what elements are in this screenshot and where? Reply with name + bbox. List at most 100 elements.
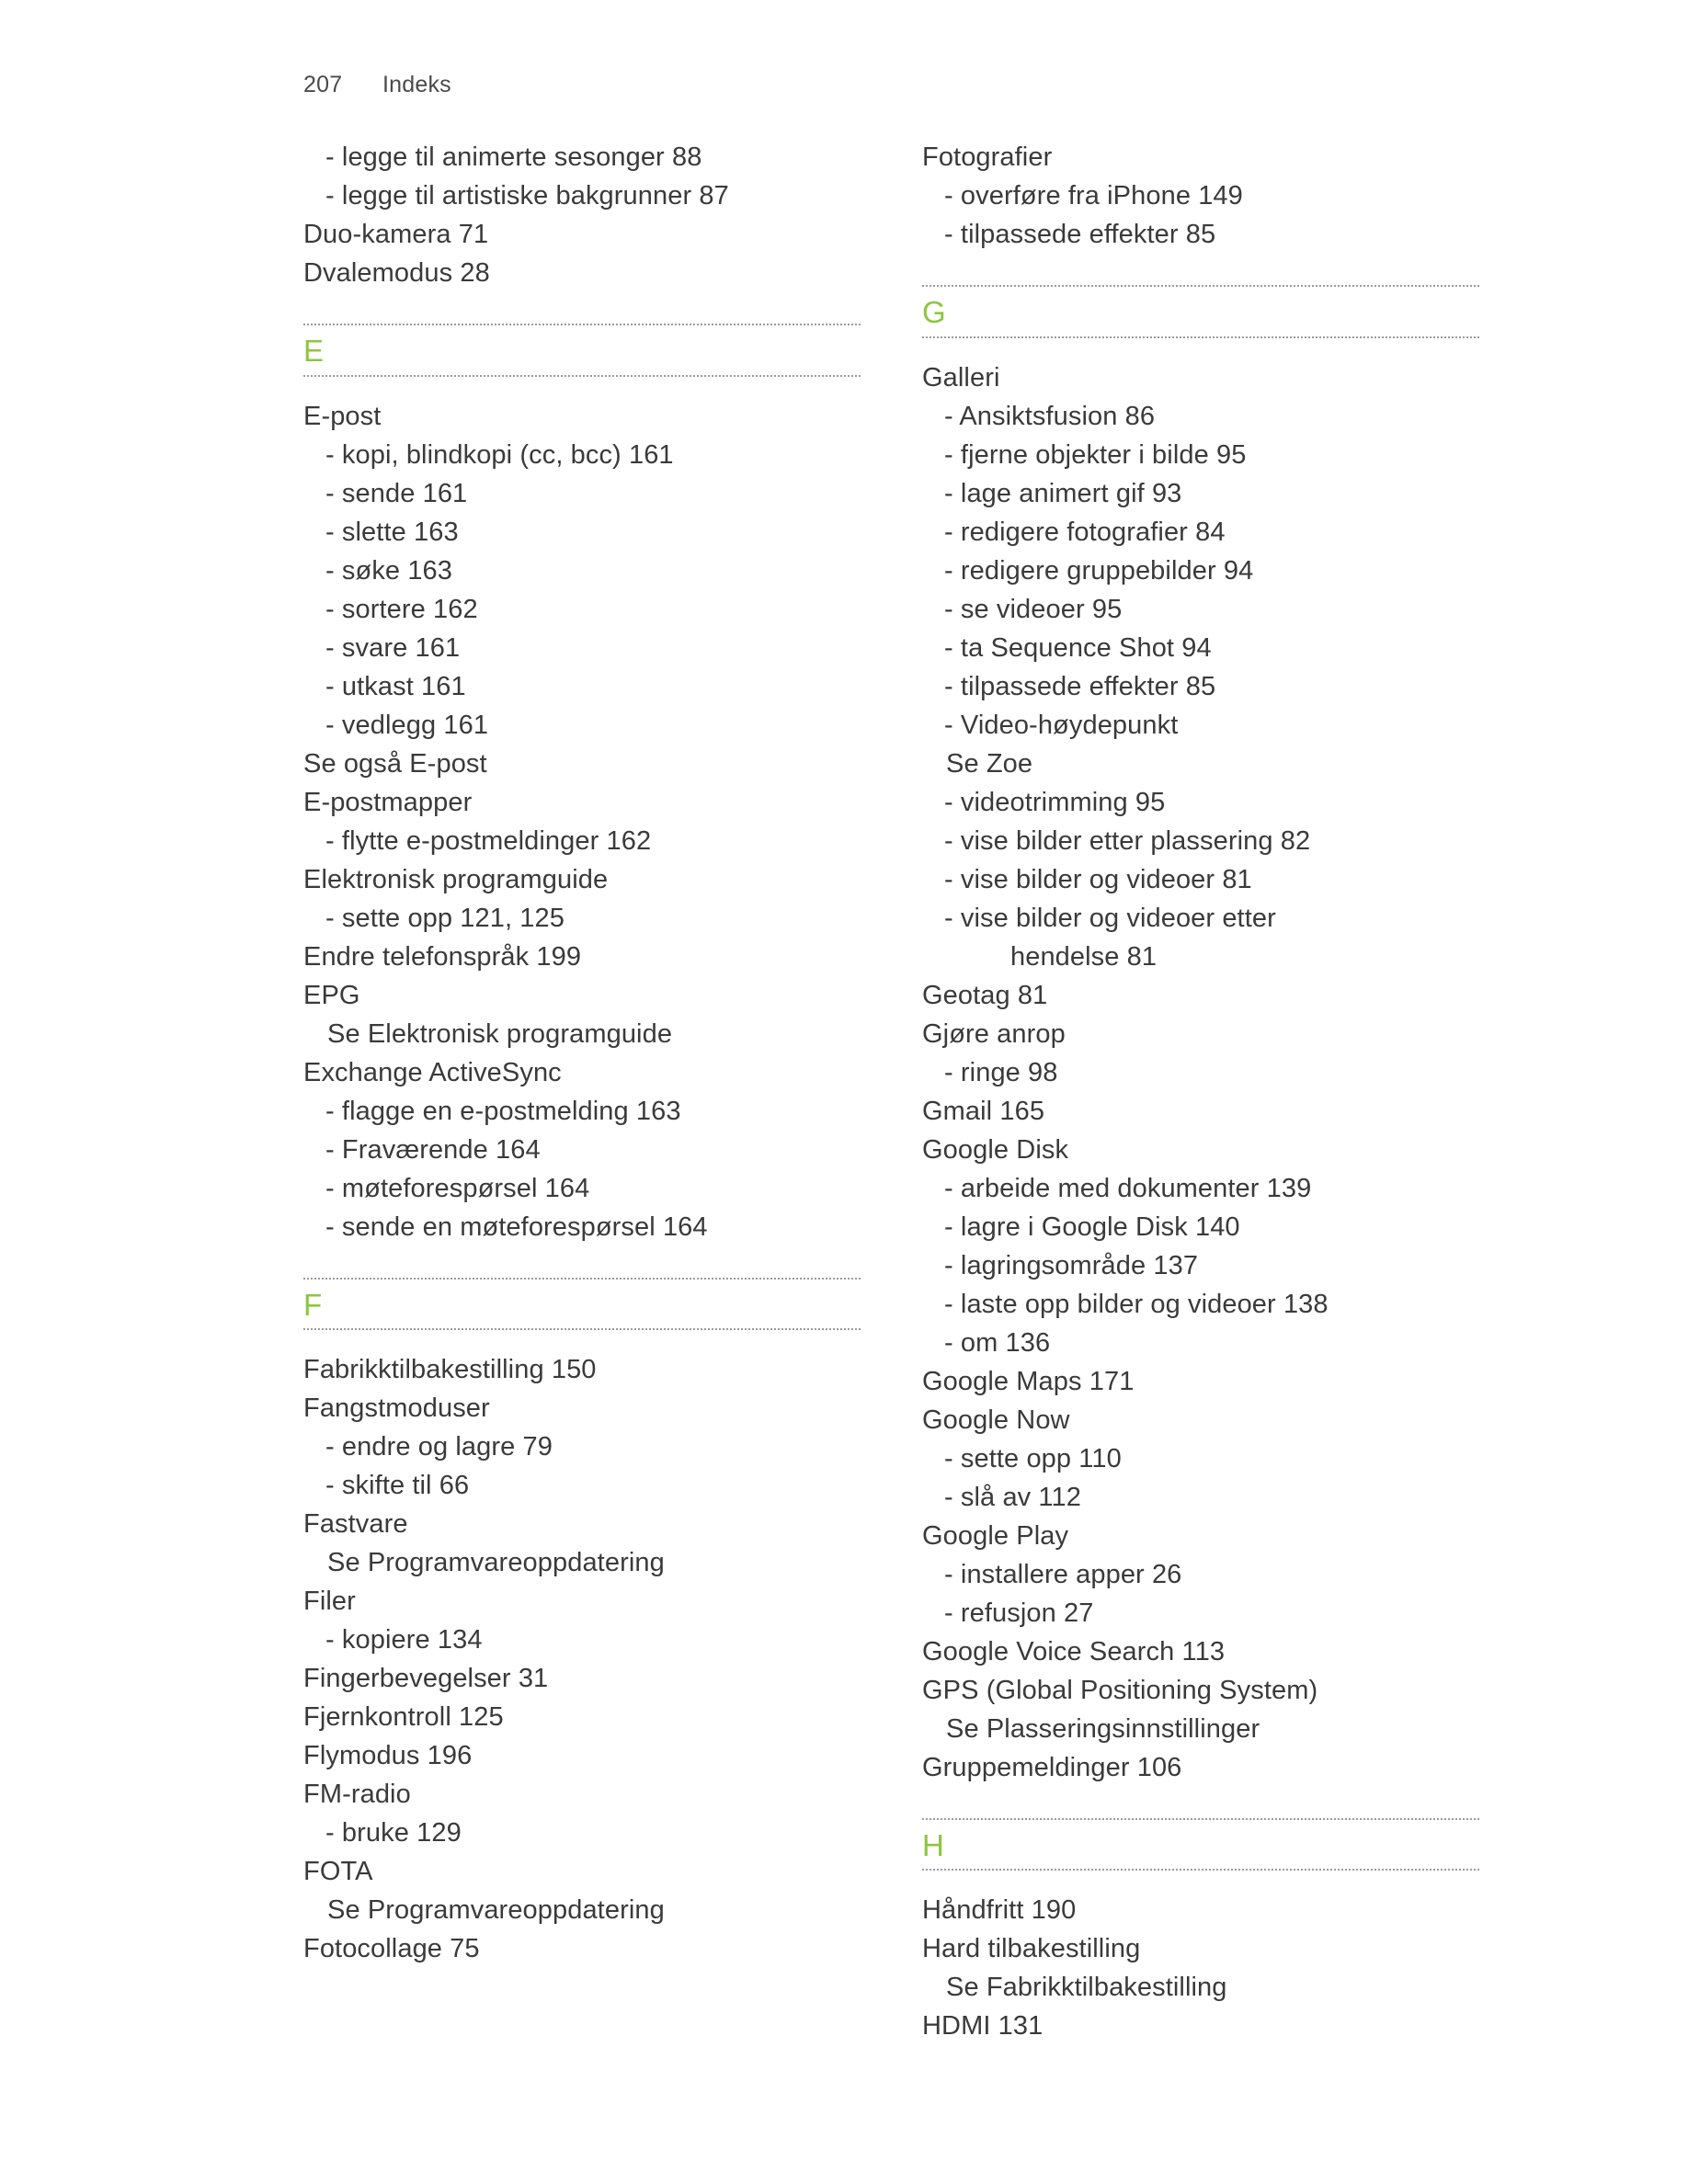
index-subentry: - lage animert gif 93 [944,478,1182,508]
index-subentry: - Fraværende 164 [325,1134,541,1165]
index-subentry: - refusjon 27 [944,1598,1094,1628]
index-entry-group: Håndfritt 190 Hard tilbakestilling Se Fabr… [922,1891,1479,2045]
index-subentry: - laste opp bilder og videoer 138 [944,1289,1329,1319]
letter-divider-g: G [922,285,1479,338]
index-subentry: - sende en møteforespørsel 164 [325,1211,708,1242]
index-entry: Dvalemodus 28 [303,258,490,288]
index-subentry: - vise bilder og videoer etter [944,903,1276,933]
dotted-rule-bottom [922,336,1479,338]
index-entry: HDMI 131 [922,2011,1044,2042]
index-entry: Duo-kamera 71 [303,220,489,249]
index-subentry: - arbeide med dokumenter 139 [944,1173,1312,1203]
index-subentry: - vedlegg 161 [325,710,489,740]
index-entry: Google Voice Search 113 [922,1636,1226,1666]
letter-heading: G [922,295,947,329]
index-entry-group: Galleri - Ansiktsfusion 86 - fjerne objekt… [922,358,1479,1787]
index-subentry: - Video-høydepunkt [944,710,1179,740]
letter-divider-h: H [922,1817,1479,1871]
dotted-rule-bottom [303,1328,861,1331]
index-entry: Fingerbevegelser 31 [303,1664,549,1694]
index-subentry: - tilpassede effekter 85 [944,220,1216,249]
index-entry: Endre telefonspråk 199 [303,941,582,972]
index-subentry: - endre og lagre 79 [325,1432,553,1462]
index-entry: Hard tilbakestilling [922,1934,1141,1964]
index-entry: FOTA [303,1857,373,1887]
index-cross-reference: Se Programvareoppdatering [327,1895,665,1926]
index-entry: E-post [303,401,382,431]
index-subentry: - legge til animerte sesonger 88 [325,142,702,172]
index-entry: Exchange ActiveSync [303,1057,562,1087]
index-entry-group: E-post - kopi, blindkopi (cc, bcc) 161 - s… [303,397,861,1246]
letter-heading: H [922,1827,945,1862]
index-entry: Fotografier [922,142,1053,172]
index-subentry: - ta Sequence Shot 94 [944,632,1212,663]
index-subentry: - videotrimming 95 [944,787,1166,817]
index-entry: Filer [303,1587,356,1617]
index-cross-reference: Se Fabrikktilbakestilling [946,1973,1227,2003]
index-subentry: - søke 163 [325,555,452,586]
dotted-rule-bottom [922,1869,1479,1871]
index-entry: GPS (Global Positioning System) [922,1675,1318,1705]
index-subentry: - legge til artistiske bakgrunner 87 [325,181,729,210]
index-entry-group: Fabrikktilbakestilling 150 Fangstmoduser -… [303,1350,861,1968]
letter-divider-e: E [303,324,861,377]
index-entry-group: - legge til animerte sesonger 88 - legge … [303,138,861,292]
index-entry-group: Fotografier - overføre fra iPhone 149 - ti… [922,138,1479,254]
index-subentry: - utkast 161 [325,671,466,701]
index-subentry: - redigere fotografier 84 [944,517,1226,547]
index-entry: Gruppemeldinger 106 [922,1752,1182,1782]
index-entry: Google Now [922,1405,1070,1435]
index-subentry: - flytte e-postmeldinger 162 [325,825,652,856]
index-subentry: - redigere gruppebilder 94 [944,555,1254,586]
letter-divider-f: F [303,1277,861,1331]
right-column: Fotografier - overføre fra iPhone 149 - ti… [922,138,1479,2045]
section-title: Indeks [382,72,451,97]
index-subentry: - se videoer 95 [944,594,1123,624]
index-subentry: - skifte til 66 [325,1471,470,1501]
index-cross-reference: Se Plasseringsinnstillinger [946,1713,1260,1744]
index-subentry: - slette 163 [325,517,459,547]
index-subentry: - installere apper 26 [944,1559,1182,1589]
index-subentry: - Ansiktsfusion 86 [944,401,1156,431]
letter-heading: E [303,334,325,368]
index-entry: FM-radio [303,1780,411,1810]
page-number: 207 [303,72,343,97]
index-subentry: - lagre i Google Disk 140 [944,1211,1240,1242]
index-cross-reference: Se også E-post [303,748,487,779]
index-subentry: - overføre fra iPhone 149 [944,181,1243,210]
index-subentry: - sende 161 [325,478,468,508]
index-page: 207 Indeks - legge til animerte sesonger… [0,0,1688,2184]
index-entry: Google Play [922,1520,1069,1551]
index-subentry: - tilpassede effekter 85 [944,671,1216,701]
index-columns: - legge til animerte sesonger 88 - legge … [303,138,1480,2045]
index-entry: Geotag 81 [922,980,1048,1010]
index-subentry: - sortere 162 [325,594,478,624]
index-cross-reference: Se Programvareoppdatering [327,1548,665,1578]
index-entry: Elektronisk programguide [303,864,609,894]
index-subentry: - lagringsområde 137 [944,1250,1199,1280]
running-header: 207 Indeks [303,72,451,98]
index-subentry: - bruke 129 [325,1818,462,1848]
index-subentry: - flagge en e-postmelding 163 [325,1096,681,1126]
index-entry: Gjøre anrop [922,1018,1066,1049]
index-entry: Fangstmoduser [303,1393,490,1424]
index-entry: Flymodus 196 [303,1741,473,1771]
index-subentry: - slå av 112 [944,1482,1081,1512]
index-entry: Fabrikktilbakestilling 150 [303,1355,597,1385]
index-entry: Fjernkontroll 125 [303,1702,504,1733]
index-entry: Fastvare [303,1509,408,1540]
dotted-rule-bottom [303,374,861,377]
index-subentry: - sette opp 110 [944,1443,1122,1473]
index-subentry: - sette opp 121, 125 [325,903,565,933]
index-subentry: - svare 161 [325,632,461,663]
index-entry: Gmail 165 [922,1096,1045,1126]
index-entry: E-postmapper [303,787,473,817]
index-entry: Galleri [922,362,1000,392]
index-entry: Google Disk [922,1134,1069,1165]
index-subentry: - ringe 98 [944,1057,1058,1087]
index-entry: Håndfritt 190 [922,1895,1077,1926]
index-entry-continuation: hendelse 81 [1010,941,1158,972]
index-subentry: - møteforespørsel 164 [325,1173,590,1203]
index-subentry: - om 136 [944,1327,1051,1358]
letter-heading: F [303,1287,323,1322]
